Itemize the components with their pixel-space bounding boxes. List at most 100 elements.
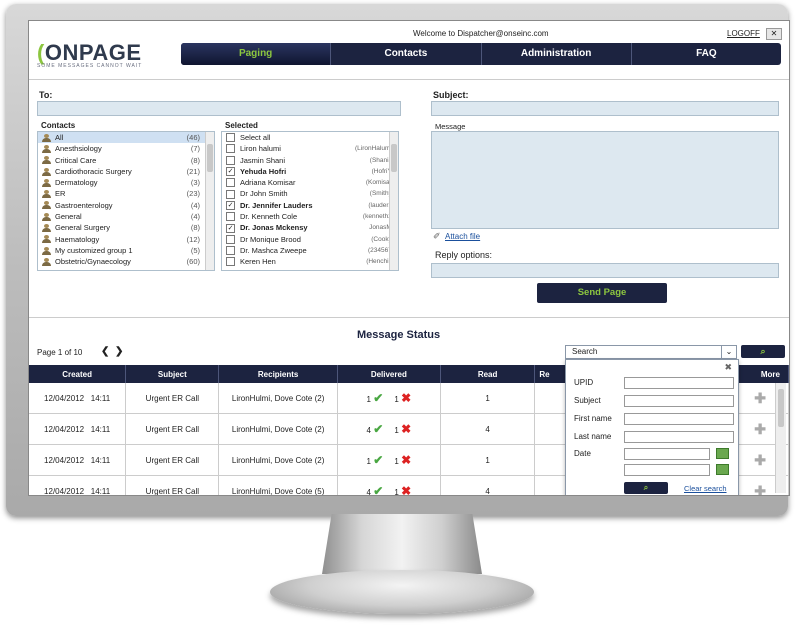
contact-name: Yehuda Hofri xyxy=(240,166,287,176)
contact-group-item[interactable]: Anesthsiology(7)› xyxy=(38,143,214,154)
selected-contact-item[interactable]: Dr. Kenneth Cole (kenneth2) xyxy=(222,211,398,222)
recipients-cell[interactable]: LironHulmi, Dove Cote (5) xyxy=(218,475,338,495)
calendar-icon[interactable] xyxy=(716,448,729,459)
last-name-input[interactable] xyxy=(624,431,734,443)
nav-tab-faq[interactable]: FAQ xyxy=(632,43,781,65)
upid-label: UPID xyxy=(574,378,594,387)
close-button[interactable]: ✕ xyxy=(766,28,782,40)
delivered-fail-count: 1 xyxy=(394,488,399,496)
group-icon xyxy=(42,190,51,199)
chevron-down-icon[interactable]: ⌄ xyxy=(721,346,736,358)
upid-input[interactable] xyxy=(624,377,734,389)
date-to-input[interactable] xyxy=(624,464,710,476)
recipients-cell[interactable]: LironHulmi, Dove Cote (2) xyxy=(218,444,338,476)
nav-tab-administration[interactable]: Administration xyxy=(482,43,632,65)
logoff-link[interactable]: LOGOFF xyxy=(727,29,760,38)
selected-contact-item[interactable]: ✓ Dr. Jennifer Lauders (lauders) xyxy=(222,200,398,211)
selected-contact-item[interactable]: Keren Hen (Henchik) xyxy=(222,256,398,267)
checkbox[interactable] xyxy=(226,189,235,199)
recipients-cell[interactable]: LironHulmi, Dove Cote (2) xyxy=(218,383,338,414)
check-icon: ✔ xyxy=(373,453,384,467)
plus-icon[interactable]: ✚ xyxy=(754,390,766,406)
selected-contact-item[interactable]: Dr John Smith (Smithy) xyxy=(222,188,398,199)
cross-icon: ✖ xyxy=(401,453,412,467)
contact-group-item[interactable]: Haematology(12)› xyxy=(38,234,214,245)
contact-group-item[interactable]: Critical Care(8)› xyxy=(38,155,214,166)
created-cell: 12/04/2012 14:11 xyxy=(29,475,127,495)
checkbox[interactable] xyxy=(226,246,235,256)
selected-contact-item[interactable]: Liron halumi (LironHalumi) xyxy=(222,143,398,154)
search-select[interactable]: Search ⌄ xyxy=(565,345,737,359)
search-button[interactable]: ⌕ xyxy=(741,345,785,358)
checkbox[interactable] xyxy=(226,133,235,143)
contact-group-item[interactable]: ER(23)› xyxy=(38,188,214,199)
message-textarea[interactable] xyxy=(431,131,779,229)
contact-group-item[interactable]: Cardiothoracic Surgery(21)› xyxy=(38,166,214,177)
contact-name: Keren Hen xyxy=(240,257,276,267)
subject-field[interactable] xyxy=(431,101,779,116)
logo-wordmark: ONPAGE xyxy=(44,40,142,65)
subject-search-input[interactable] xyxy=(624,395,734,407)
contacts-scrollbar[interactable] xyxy=(205,132,214,270)
selected-contact-item[interactable]: ✓ Yehuda Hofri (HofriY) xyxy=(222,166,398,177)
col-recipients[interactable]: Recipients xyxy=(218,365,338,383)
selected-list[interactable]: Select all Liron halumi (LironHalumi) Jasmi… xyxy=(221,131,399,271)
attach-file-link[interactable]: Attach file xyxy=(445,232,480,241)
contact-group-item[interactable]: My customized group 1(5)› xyxy=(38,245,214,256)
contact-group-item[interactable]: Gastroenterology(4)› xyxy=(38,200,214,211)
recipients-cell[interactable]: LironHulmi, Dove Cote (2) xyxy=(218,413,338,445)
calendar-icon[interactable] xyxy=(716,464,729,475)
selected-contact-item[interactable]: Jasmin Shani (ShaniJ) xyxy=(222,155,398,166)
checkbox[interactable] xyxy=(226,212,235,222)
checkbox[interactable] xyxy=(226,257,235,267)
contact-group-item[interactable]: General Surgery(8)› xyxy=(38,222,214,233)
prev-page-icon[interactable]: ❮ xyxy=(101,346,109,357)
contact-group-item[interactable]: Obstetric/Gynaecology(60)› xyxy=(38,256,214,267)
nav-tab-contacts[interactable]: Contacts xyxy=(331,43,482,65)
checkbox[interactable]: ✓ xyxy=(226,167,235,177)
checkbox[interactable]: ✓ xyxy=(226,200,235,210)
plus-icon[interactable]: ✚ xyxy=(754,483,766,496)
selected-contact-item[interactable]: Dr Monique Brood (Cooky) xyxy=(222,234,398,245)
created-cell: 12/04/2012 14:11 xyxy=(29,413,127,445)
send-page-button[interactable]: Send Page xyxy=(537,283,667,303)
search-submit-button[interactable]: ⌕ xyxy=(624,482,668,494)
selected-scrollbar[interactable] xyxy=(389,132,398,270)
to-field[interactable] xyxy=(37,101,401,116)
subject-cell: Urgent ER Call xyxy=(125,444,220,476)
checkbox[interactable] xyxy=(226,178,235,188)
contact-group-count: (3) xyxy=(190,178,200,188)
reply-options-field[interactable] xyxy=(431,263,779,278)
checkbox[interactable] xyxy=(226,155,235,165)
clear-search-link[interactable]: Clear search xyxy=(684,484,727,493)
contact-group-item[interactable]: Dermatology(3)› xyxy=(38,177,214,188)
close-icon[interactable]: ✖ xyxy=(724,362,732,373)
group-icon xyxy=(42,235,51,244)
contact-group-count: (8) xyxy=(190,223,200,233)
next-page-icon[interactable]: ❯ xyxy=(115,346,123,357)
contact-group-item[interactable]: General(4)› xyxy=(38,211,214,222)
plus-icon[interactable]: ✚ xyxy=(754,421,766,437)
contact-group-count: (5) xyxy=(190,245,200,255)
selected-contact-item[interactable]: Adriana Komisar (Komisar) xyxy=(222,177,398,188)
selected-contact-item[interactable]: ✓ Dr. Jonas Mckensy JonasM) xyxy=(222,222,398,233)
col-delivered[interactable]: Delivered xyxy=(337,365,441,383)
contacts-list[interactable]: All(46)›Anesthsiology(7)›Critical Care(8… xyxy=(37,131,215,271)
date-from-input[interactable] xyxy=(624,448,710,460)
nav-tab-paging[interactable]: Paging xyxy=(181,43,332,65)
contact-group-item[interactable]: All(46)› xyxy=(38,132,214,144)
col-created[interactable]: Created xyxy=(29,365,127,383)
logo-mark: ( xyxy=(37,40,45,65)
first-name-input[interactable] xyxy=(624,413,734,425)
checkbox[interactable]: ✓ xyxy=(226,223,235,233)
checkbox[interactable] xyxy=(226,144,235,154)
selected-contact-item[interactable]: Select all xyxy=(222,132,398,143)
checkbox[interactable] xyxy=(226,234,235,244)
plus-icon[interactable]: ✚ xyxy=(754,452,766,468)
selected-contact-item[interactable]: Dr. Mashca Zweepe (234567) xyxy=(222,245,398,256)
col-subject[interactable]: Subject xyxy=(125,365,220,383)
scroll-thumb[interactable] xyxy=(778,389,784,427)
created-date: 12/04/2012 xyxy=(44,424,85,434)
table-scrollbar[interactable] xyxy=(775,383,786,493)
col-read[interactable]: Read xyxy=(440,365,536,383)
